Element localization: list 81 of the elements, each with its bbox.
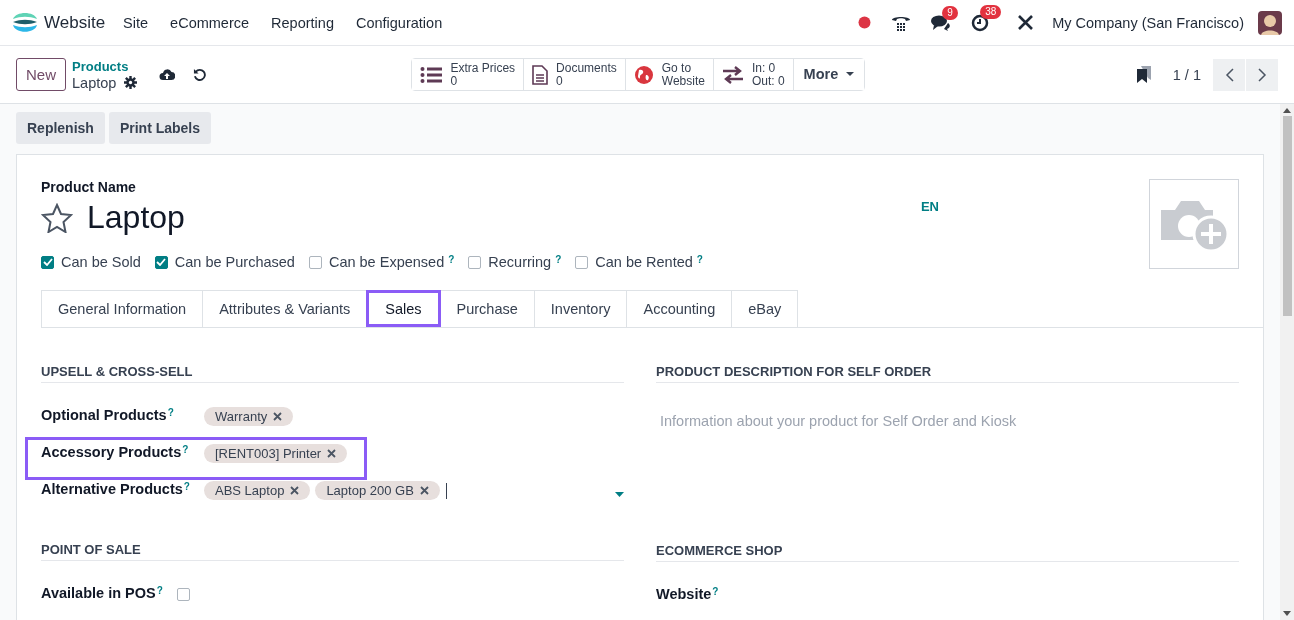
checkbox[interactable] (41, 255, 54, 269)
smart-button[interactable]: Extra Prices 0 (412, 59, 525, 90)
field-label: Available in POS (41, 585, 156, 601)
help-tooltip[interactable]: ? (712, 586, 719, 597)
undo-icon[interactable] (193, 68, 207, 81)
field-label: Product Name (41, 179, 137, 195)
field-label: Alternative Products (41, 481, 183, 497)
menu-item[interactable]: eCommerce (170, 14, 250, 31)
remove-icon[interactable] (290, 486, 300, 495)
help-tooltip[interactable]: ? (182, 444, 189, 455)
globe-icon (633, 64, 654, 85)
tag: Laptop 200 GB (315, 481, 440, 500)
chevron-right-icon (1257, 67, 1267, 82)
checkbox[interactable] (154, 255, 168, 269)
product-name-field[interactable]: Laptop (87, 199, 185, 236)
action-button[interactable]: Replenish (16, 112, 105, 144)
company-switcher[interactable]: My Company (San Francisco) (1052, 14, 1244, 31)
menu-item[interactable]: Configuration (355, 14, 443, 31)
tab[interactable]: General Information (41, 290, 204, 327)
help-tooltip[interactable]: ? (696, 254, 703, 265)
section-heading: PRODUCT DESCRIPTION FOR SELF ORDER (656, 364, 1239, 383)
checkbox[interactable] (575, 255, 589, 269)
tab[interactable]: Sales (366, 290, 441, 327)
checkbox-label: Recurring (488, 254, 552, 270)
help-tooltip[interactable]: ? (555, 254, 562, 265)
checkbox-label: Can be Rented (595, 254, 693, 270)
checkbox[interactable] (176, 588, 190, 601)
breadcrumb-link[interactable]: Products (72, 58, 138, 75)
tab[interactable]: eBay (731, 290, 799, 327)
tag: ABS Laptop (204, 481, 311, 500)
caret-icon (846, 72, 855, 77)
action-button[interactable]: Print Labels (108, 112, 212, 144)
app-logo[interactable] (12, 10, 38, 35)
remove-icon[interactable] (327, 449, 337, 458)
notification-badge: 38 (980, 4, 1002, 19)
pager-value: 1 / 1 (1172, 66, 1201, 83)
list-icon (420, 65, 443, 84)
new-button[interactable]: New (16, 58, 66, 91)
cloud-upload-icon[interactable] (159, 68, 176, 81)
clock-icon[interactable] (971, 13, 990, 32)
notification-badge: 9 (942, 5, 958, 20)
next-button[interactable] (1246, 58, 1278, 91)
status-dot-icon (858, 16, 872, 29)
scroll-down-icon[interactable] (1283, 611, 1291, 616)
user-avatar[interactable] (1258, 10, 1282, 35)
star-icon[interactable] (41, 202, 73, 233)
previous-button[interactable] (1213, 58, 1245, 91)
help-tooltip[interactable]: ? (156, 585, 163, 596)
transfer-icon (721, 65, 744, 84)
document-icon (532, 64, 549, 85)
record-name: Laptop (72, 74, 117, 91)
chat-icon[interactable] (931, 14, 952, 31)
menu-item[interactable]: Reporting (271, 14, 334, 31)
checkbox[interactable] (468, 255, 482, 269)
field-label: Website (656, 586, 712, 602)
checkbox-label: Can be Purchased (174, 254, 295, 270)
language-button[interactable]: EN (920, 199, 939, 270)
checkbox-label: Can be Expensed (328, 254, 445, 270)
settings-icon[interactable] (124, 76, 138, 89)
field-label: Accessory Products (41, 444, 182, 460)
field-label: Optional Products (41, 407, 167, 423)
chevron-left-icon (1224, 67, 1234, 82)
text-cursor (445, 482, 447, 499)
section-heading: ECOMMERCE SHOP (656, 543, 1239, 562)
remove-icon[interactable] (419, 486, 429, 495)
bookmark-icon[interactable] (1136, 66, 1151, 83)
help-tooltip[interactable]: ? (167, 407, 174, 418)
scrollbar-thumb[interactable] (1282, 116, 1292, 316)
tag: Warranty (204, 407, 294, 426)
help-tooltip[interactable]: ? (448, 254, 455, 265)
checkbox[interactable] (308, 255, 322, 269)
menu-item[interactable]: Site (123, 14, 149, 31)
remove-icon[interactable] (273, 412, 283, 421)
tag: [RENT003] Printer (204, 444, 348, 463)
checkbox-label: Can be Sold (61, 254, 141, 270)
section-heading: UPSELL & CROSS-SELL (41, 364, 624, 383)
help-tooltip[interactable]: ? (183, 481, 190, 492)
scroll-up-icon[interactable] (1283, 108, 1291, 113)
caret-icon[interactable] (615, 492, 624, 497)
section-heading: POINT OF SALE (41, 542, 624, 561)
app-name[interactable]: Website (44, 12, 106, 33)
